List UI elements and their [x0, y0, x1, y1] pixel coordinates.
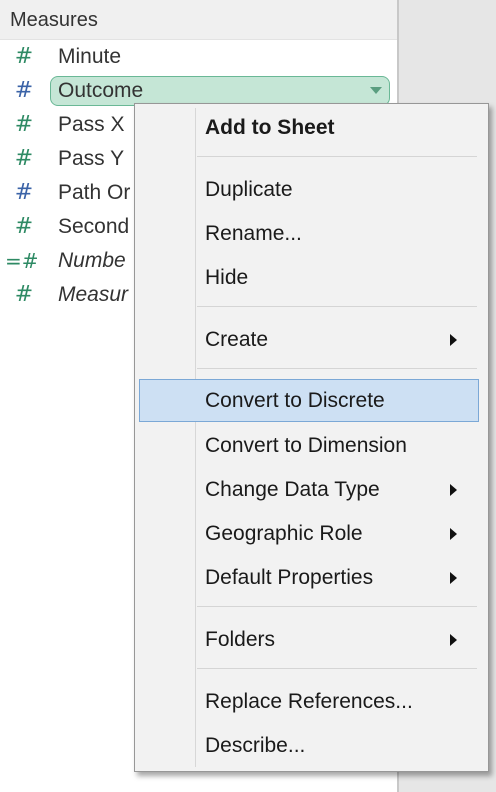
context-menu: Add to Sheet Duplicate Rename... Hide Cr…: [134, 103, 489, 772]
dropdown-arrow-icon[interactable]: [370, 87, 382, 94]
menu-item-add-to-sheet[interactable]: Add to Sheet: [139, 108, 479, 148]
menu-item-label: Duplicate: [205, 178, 293, 201]
measures-section-header: Measures: [0, 0, 397, 40]
measure-hash-icon: #: [14, 214, 34, 239]
menu-separator: [197, 156, 477, 157]
menu-item-hide[interactable]: Hide: [139, 258, 479, 298]
menu-item-label: Change Data Type: [205, 478, 380, 501]
menu-item-change-data-type[interactable]: Change Data Type: [139, 470, 479, 510]
field-label: Path Or: [58, 181, 131, 204]
field-label: Minute: [58, 45, 122, 68]
menu-separator: [197, 306, 477, 307]
menu-item-folders[interactable]: Folders: [139, 620, 479, 660]
submenu-arrow-icon: [450, 634, 457, 646]
menu-item-convert-to-dimension[interactable]: Convert to Dimension: [139, 426, 479, 466]
menu-item-describe[interactable]: Describe...: [139, 726, 479, 766]
menu-item-label: Geographic Role: [205, 522, 363, 545]
measure-hash-icon: #: [14, 112, 34, 137]
measure-hash-icon: #: [14, 282, 34, 307]
submenu-arrow-icon: [450, 334, 457, 346]
field-label: Second: [58, 215, 130, 238]
measure-hash-icon: #: [14, 180, 34, 205]
measure-hash-icon: #: [14, 44, 34, 69]
submenu-arrow-icon: [450, 572, 457, 584]
menu-item-default-properties[interactable]: Default Properties: [139, 558, 479, 598]
menu-item-rename[interactable]: Rename...: [139, 214, 479, 254]
menu-item-convert-to-discrete[interactable]: Convert to Discrete: [139, 379, 479, 422]
menu-item-label: Convert to Dimension: [205, 434, 407, 457]
menu-item-label: Replace References...: [205, 690, 413, 713]
menu-item-geographic-role[interactable]: Geographic Role: [139, 514, 479, 554]
measure-hash-icon: #: [14, 146, 34, 171]
menu-item-label: Rename...: [205, 222, 302, 245]
menu-item-create[interactable]: Create: [139, 320, 479, 360]
menu-item-label: Hide: [205, 266, 249, 289]
menu-item-label: Add to Sheet: [205, 116, 335, 139]
menu-separator: [197, 668, 477, 669]
menu-item-label: Default Properties: [205, 566, 374, 589]
field-label: Pass Y: [58, 147, 125, 170]
field-label: Pass X: [58, 113, 125, 136]
measure-hash-icon: #: [14, 78, 34, 103]
menu-item-label: Convert to Discrete: [205, 389, 385, 412]
field-label: Outcome: [58, 79, 144, 102]
field-minute[interactable]: # Minute: [0, 40, 397, 74]
menu-item-label: Create: [205, 328, 269, 351]
submenu-arrow-icon: [450, 484, 457, 496]
submenu-arrow-icon: [450, 528, 457, 540]
field-label: Measur: [58, 283, 129, 306]
menu-item-label: Describe...: [205, 734, 306, 757]
menu-item-label: Folders: [205, 628, 276, 651]
menu-item-duplicate[interactable]: Duplicate: [139, 170, 479, 210]
field-label: Numbe: [58, 249, 126, 272]
menu-item-replace-references[interactable]: Replace References...: [139, 682, 479, 722]
menu-separator: [197, 368, 477, 369]
calculated-hash-icon: =#: [5, 249, 39, 273]
menu-separator: [197, 606, 477, 607]
